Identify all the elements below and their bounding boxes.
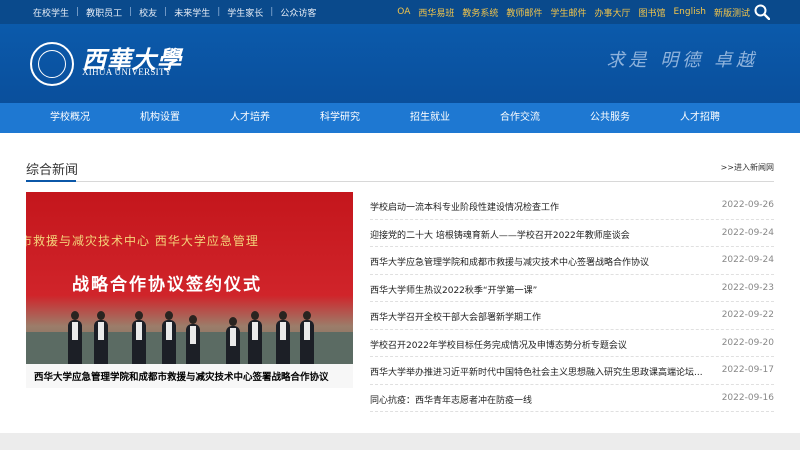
news-date: 2022-09-20 bbox=[721, 337, 774, 348]
divider: | bbox=[164, 7, 168, 17]
nav-public-service[interactable]: 公共服务 bbox=[565, 103, 655, 133]
list-item[interactable]: 同心抗疫：西华青年志愿者冲在防疫一线 2022-09-16 bbox=[370, 385, 774, 412]
photo-person bbox=[132, 311, 146, 364]
news-title[interactable]: 同心抗疫：西华青年志愿者冲在防疫一线 bbox=[370, 393, 720, 406]
university-motto: 求是 明德 卓越 bbox=[606, 50, 758, 71]
news-title[interactable]: 西华大学召开全校干部大会部署新学期工作 bbox=[370, 310, 720, 323]
news-title[interactable]: 学校启动一流本科专业阶段性建设情况检查工作 bbox=[370, 200, 720, 213]
nav-cooperation[interactable]: 合作交流 bbox=[475, 103, 565, 133]
link-teacher-mail[interactable]: 教师邮件 bbox=[506, 6, 542, 19]
university-seal-logo[interactable] bbox=[30, 42, 74, 86]
news-date: 2022-09-22 bbox=[721, 310, 774, 320]
link-current-students[interactable]: 在校学生 bbox=[33, 6, 69, 19]
section-divider-accent bbox=[26, 180, 76, 182]
more-news-link[interactable]: >>进入新闻网 bbox=[721, 162, 774, 173]
divider: | bbox=[129, 7, 133, 17]
photo-person bbox=[300, 311, 314, 364]
featured-news-caption[interactable]: 西华大学应急管理学院和成都市救援与减灾技术中心签署战略合作协议 bbox=[34, 369, 329, 383]
list-item[interactable]: 迎接党的二十大 培根铸魂育新人——学校召开2022年教师座谈会 2022-09-… bbox=[370, 220, 774, 247]
news-list: 学校启动一流本科专业阶段性建设情况检查工作 2022-09-26 迎接党的二十大… bbox=[370, 192, 774, 412]
news-title[interactable]: 迎接党的二十大 培根铸魂育新人——学校召开2022年教师座谈会 bbox=[370, 228, 720, 241]
divider: | bbox=[217, 7, 221, 17]
link-visitors[interactable]: 公众访客 bbox=[280, 6, 316, 19]
list-item[interactable]: 学校启动一流本科专业阶段性建设情况检查工作 2022-09-26 bbox=[370, 192, 774, 220]
divider: | bbox=[76, 7, 80, 17]
nav-about[interactable]: 学校概况 bbox=[25, 103, 115, 133]
list-item[interactable]: 西华大学应急管理学院和成都市救援与减灾技术中心签署战略合作协议 2022-09-… bbox=[370, 247, 774, 275]
news-title[interactable]: 西华大学应急管理学院和成都市救援与减灾技术中心签署战略合作协议 bbox=[370, 255, 720, 268]
list-item[interactable]: 西华大学举办推进习近平新时代中国特色社会主义思想融入研究生思政课高端论坛... … bbox=[370, 357, 774, 385]
site-header: 西華大學 XIHUA UNIVERSITY 求是 明德 卓越 bbox=[0, 24, 800, 103]
photo-person bbox=[94, 311, 108, 364]
search-icon[interactable] bbox=[754, 4, 770, 20]
nav-research[interactable]: 科学研究 bbox=[295, 103, 385, 133]
nav-organization[interactable]: 机构设置 bbox=[115, 103, 205, 133]
top-utility-bar: 在校学生 | 教职员工 | 校友 | 未来学生 | 学生家长 | 公众访客 OA 西华易班… bbox=[0, 0, 800, 24]
link-parents[interactable]: 学生家长 bbox=[227, 6, 263, 19]
news-title[interactable]: 学校召开2022年学校目标任务完成情况及申博态势分析专题会议 bbox=[370, 338, 720, 351]
photo-person bbox=[162, 311, 176, 364]
list-item[interactable]: 西华大学师生热议2022秋季“开学第一课” 2022-09-23 bbox=[370, 275, 774, 302]
nav-admissions[interactable]: 招生就业 bbox=[385, 103, 475, 133]
news-date: 2022-09-17 bbox=[721, 365, 774, 375]
featured-news-photo[interactable]: 市救援与减灾技术中心 西华大学应急管理 战略合作协议签约仪式 bbox=[26, 192, 353, 364]
news-date: 2022-09-26 bbox=[721, 200, 774, 210]
news-title[interactable]: 西华大学师生热议2022秋季“开学第一课” bbox=[370, 283, 720, 296]
link-alumni[interactable]: 校友 bbox=[139, 6, 157, 19]
link-library[interactable]: 图书馆 bbox=[638, 6, 665, 19]
audience-links: 在校学生 | 教职员工 | 校友 | 未来学生 | 学生家长 | 公众访客 bbox=[33, 0, 316, 24]
news-date: 2022-09-24 bbox=[721, 255, 774, 265]
link-oa[interactable]: OA bbox=[397, 7, 410, 17]
news-date: 2022-09-24 bbox=[721, 227, 774, 238]
university-name-english: XIHUA UNIVERSITY bbox=[82, 67, 172, 77]
seal-inner-ring bbox=[38, 50, 66, 78]
link-future-students[interactable]: 未来学生 bbox=[174, 6, 210, 19]
link-student-mail[interactable]: 学生邮件 bbox=[550, 6, 586, 19]
photo-person bbox=[226, 317, 240, 364]
link-yiban[interactable]: 西华易班 bbox=[418, 6, 454, 19]
section-divider bbox=[26, 181, 774, 182]
list-item[interactable]: 学校召开2022年学校目标任务完成情况及申博态势分析专题会议 2022-09-2… bbox=[370, 330, 774, 357]
photo-person bbox=[276, 311, 290, 364]
section-title: 综合新闻 bbox=[26, 163, 79, 178]
list-item[interactable]: 西华大学召开全校干部大会部署新学期工作 2022-09-22 bbox=[370, 302, 774, 330]
photo-person bbox=[68, 311, 82, 364]
photo-banner-line2: 战略合作协议签约仪式 bbox=[72, 275, 262, 295]
link-service-hall[interactable]: 办事大厅 bbox=[594, 6, 630, 19]
link-english[interactable]: English bbox=[673, 7, 706, 17]
nav-recruitment[interactable]: 人才招聘 bbox=[655, 103, 745, 133]
link-new-version-test[interactable]: 新版测试 bbox=[714, 6, 750, 19]
news-date: 2022-09-23 bbox=[721, 282, 774, 293]
link-staff[interactable]: 教职员工 bbox=[86, 6, 122, 19]
news-date: 2022-09-16 bbox=[721, 392, 774, 403]
photo-banner-line1: 市救援与减灾技术中心 西华大学应急管理 bbox=[26, 234, 259, 248]
next-section-band bbox=[0, 433, 800, 450]
main-nav: 学校概况 机构设置 人才培养 科学研究 招生就业 合作交流 公共服务 人才招聘 bbox=[0, 103, 800, 133]
nav-education[interactable]: 人才培养 bbox=[205, 103, 295, 133]
link-academic-system[interactable]: 教务系统 bbox=[462, 6, 498, 19]
photo-person bbox=[186, 315, 200, 364]
divider: | bbox=[270, 7, 274, 17]
photo-person bbox=[248, 311, 262, 364]
featured-news[interactable]: 市救援与减灾技术中心 西华大学应急管理 战略合作协议签约仪式 西华大学应急管理学… bbox=[26, 192, 353, 388]
system-links: OA 西华易班 教务系统 教师邮件 学生邮件 办事大厅 图书馆 English … bbox=[389, 0, 750, 24]
news-section: 综合新闻 >>进入新闻网 市救援与减灾技术中心 西华大学应急管理 战略合作协议签… bbox=[0, 133, 800, 433]
news-title[interactable]: 西华大学举办推进习近平新时代中国特色社会主义思想融入研究生思政课高端论坛... bbox=[370, 365, 720, 378]
